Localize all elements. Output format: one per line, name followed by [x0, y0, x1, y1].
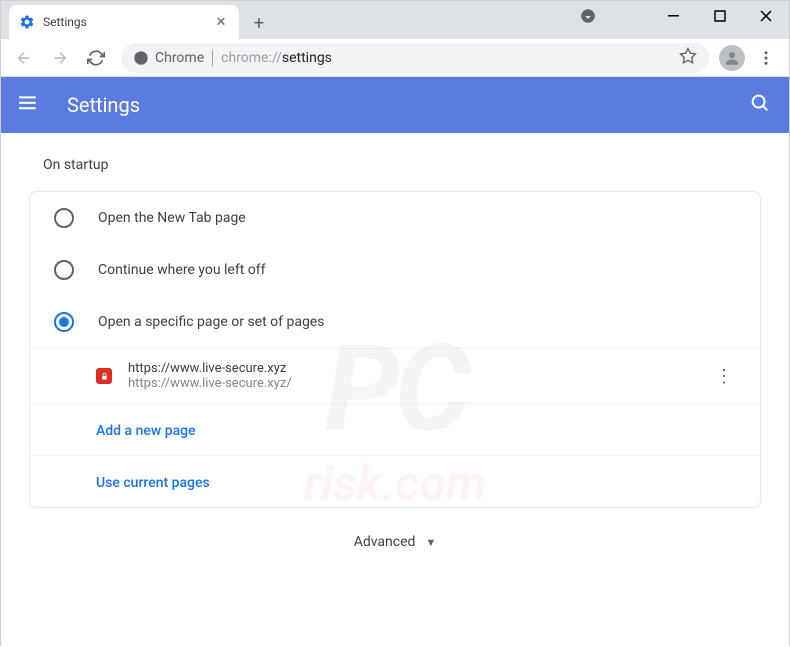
option-label: Open a specific page or set of pages [98, 314, 324, 330]
window-titlebar: Settings ✕ + [1, 1, 789, 39]
radio-icon [54, 260, 74, 280]
page-url: https://www.live-secure.xyz [128, 361, 696, 376]
site-chip-label: Chrome [155, 50, 204, 66]
maximize-button[interactable] [697, 1, 743, 31]
advanced-label: Advanced [354, 534, 416, 550]
use-current-row[interactable]: Use current pages [30, 455, 760, 507]
profile-avatar[interactable] [719, 45, 745, 71]
chrome-menu-button[interactable] [751, 49, 781, 67]
option-label: Open the New Tab page [98, 210, 246, 226]
close-icon[interactable]: ✕ [213, 14, 229, 30]
add-page-row[interactable]: Add a new page [30, 403, 760, 455]
chevron-down-icon: ▼ [425, 536, 436, 549]
more-actions-icon[interactable]: ⋮ [712, 366, 736, 387]
site-chip: Chrome [133, 50, 204, 66]
option-specific-pages[interactable]: Open a specific page or set of pages [30, 296, 760, 348]
search-icon[interactable] [749, 92, 771, 118]
reload-button[interactable] [81, 43, 111, 73]
browser-toolbar: Chrome chrome://settings [1, 39, 789, 77]
startup-page-row: https://www.live-secure.xyz https://www.… [30, 348, 760, 403]
back-button[interactable] [9, 43, 39, 73]
window-controls [565, 1, 789, 31]
tab-title: Settings [43, 15, 205, 29]
browser-tab[interactable]: Settings ✕ [9, 5, 239, 39]
minimize-button[interactable] [651, 1, 697, 31]
option-continue[interactable]: Continue where you left off [30, 244, 760, 296]
address-bar[interactable]: Chrome chrome://settings [121, 43, 709, 73]
gear-icon [19, 14, 35, 30]
close-button[interactable] [743, 1, 789, 31]
chrome-icon [133, 50, 149, 66]
startup-card: Open the New Tab page Continue where you… [29, 191, 761, 508]
add-page-link: Add a new page [96, 423, 196, 439]
forward-button[interactable] [45, 43, 75, 73]
page-text: https://www.live-secure.xyz https://www.… [128, 361, 696, 391]
page-full-url: https://www.live-secure.xyz/ [128, 376, 696, 391]
section-title: On startup [29, 157, 761, 173]
divider [212, 50, 213, 66]
url-host: chrome://settings [221, 50, 332, 66]
option-label: Continue where you left off [98, 262, 266, 278]
advanced-toggle[interactable]: Advanced ▼ [29, 508, 761, 576]
radio-icon [54, 312, 74, 332]
lock-icon [96, 368, 112, 384]
radio-icon [54, 208, 74, 228]
option-new-tab[interactable]: Open the New Tab page [30, 192, 760, 244]
new-tab-button[interactable]: + [245, 9, 273, 37]
use-current-link: Use current pages [96, 475, 210, 491]
page-title: Settings [67, 93, 749, 117]
incognito-icon[interactable] [565, 1, 611, 31]
menu-icon[interactable] [19, 93, 43, 117]
settings-header: Settings [1, 77, 789, 133]
content-scroll[interactable]: PC risk.com On startup Open the New Tab … [1, 133, 789, 647]
bookmark-star-icon[interactable] [679, 47, 697, 69]
